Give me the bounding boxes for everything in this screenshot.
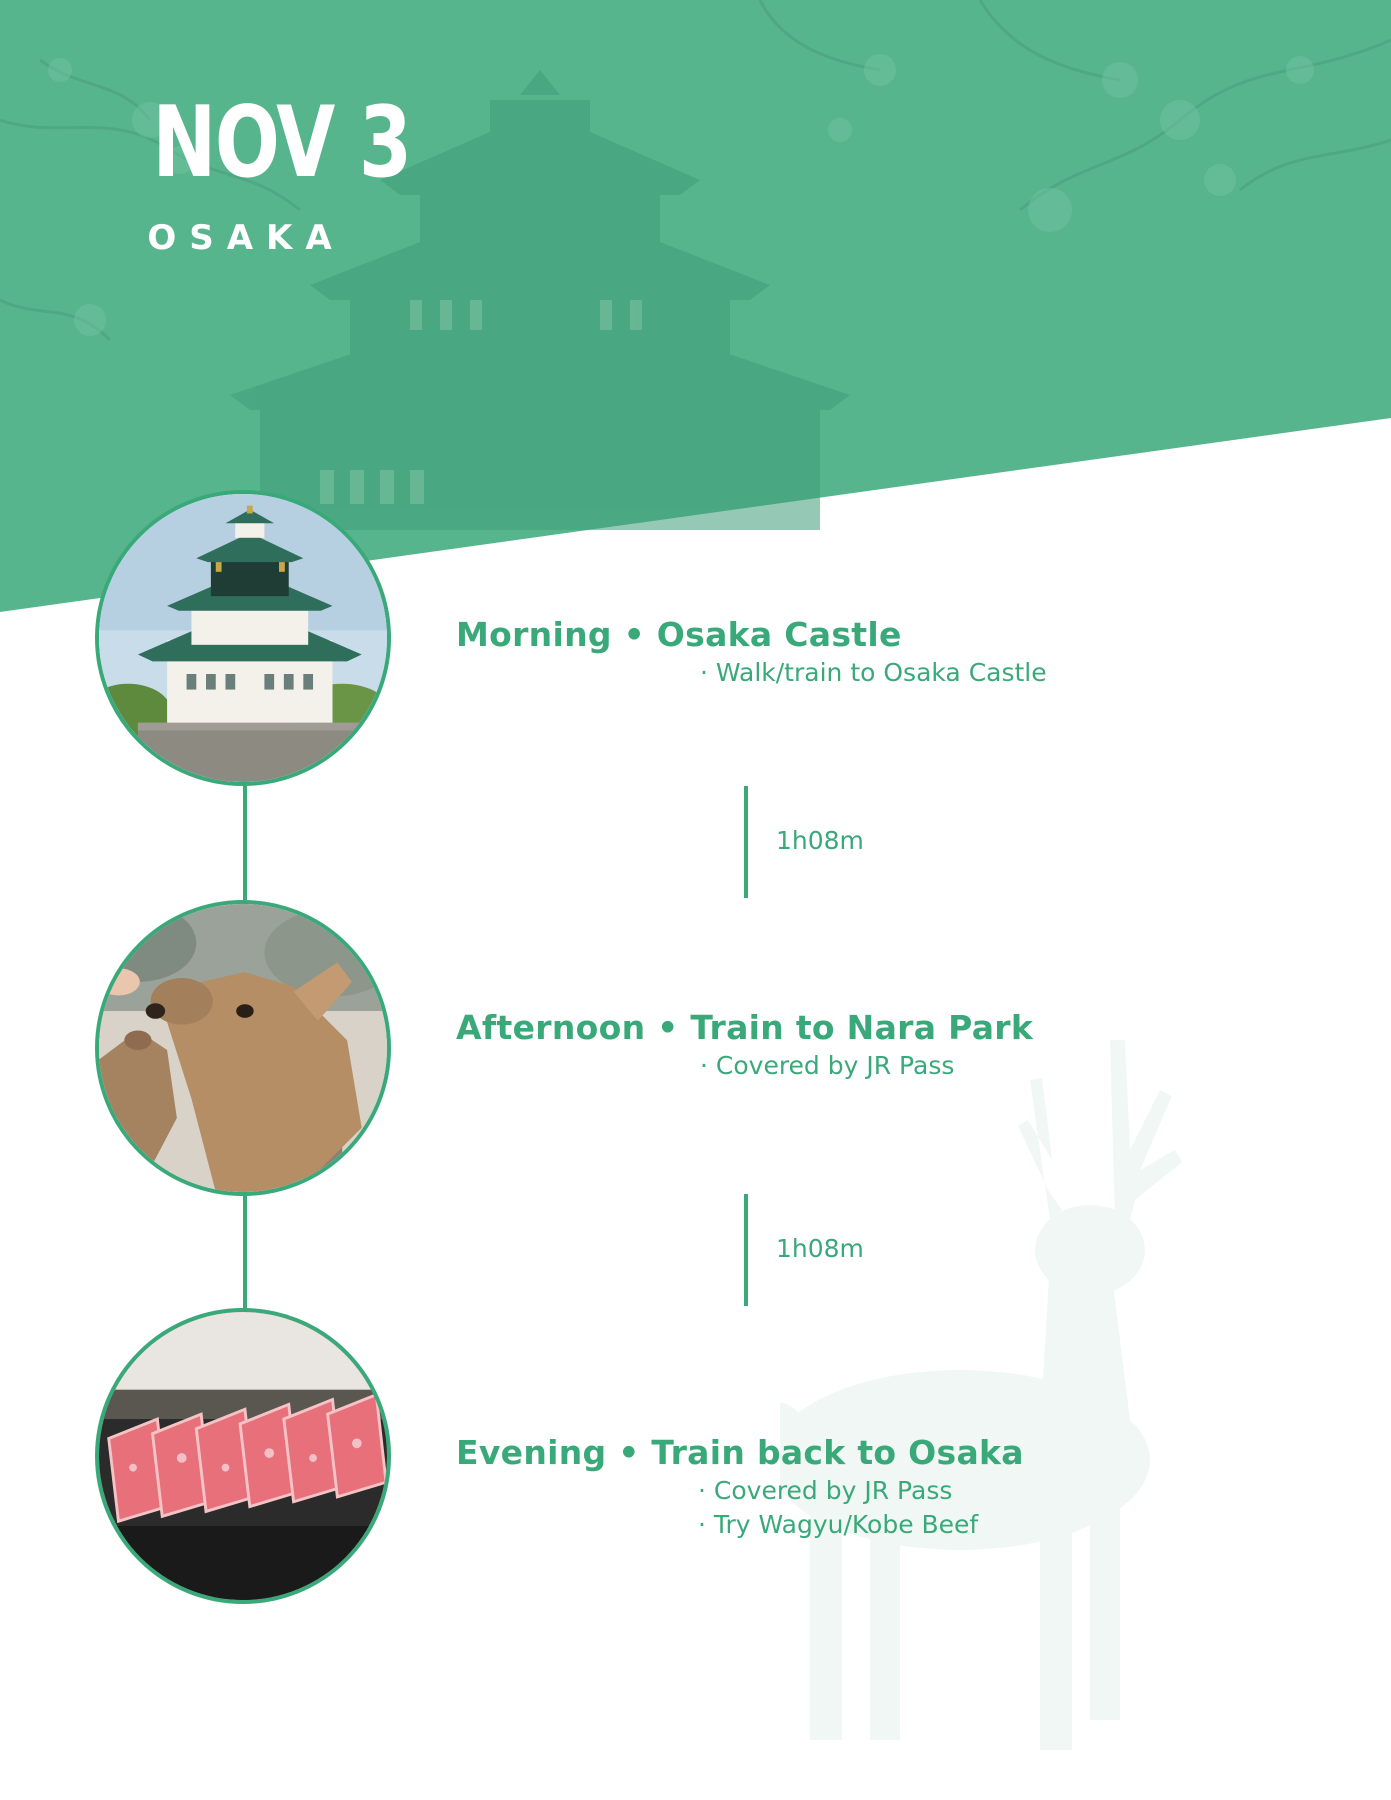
- itinerary-page: NOV 3 OSAKA Morning • Osaka Castle · Wal…: [0, 0, 1391, 1800]
- osaka-castle-photo: [95, 490, 391, 786]
- event-note: · Covered by JR Pass: [698, 1476, 953, 1505]
- timeline-connector: [243, 1190, 247, 1310]
- duration-bar: [744, 786, 748, 898]
- nara-deer-photo: [95, 900, 391, 1196]
- duration-label: 1h08m: [776, 826, 864, 855]
- timeline-connector: [243, 780, 247, 900]
- event-title-morning: Morning • Osaka Castle: [456, 615, 902, 654]
- duration-label: 1h08m: [776, 1234, 864, 1263]
- city-title: OSAKA: [147, 218, 345, 258]
- event-title-afternoon: Afternoon • Train to Nara Park: [456, 1008, 1034, 1047]
- wagyu-beef-photo: [95, 1308, 391, 1604]
- event-note: · Covered by JR Pass: [700, 1051, 955, 1080]
- duration-bar: [744, 1194, 748, 1306]
- event-note: · Walk/train to Osaka Castle: [700, 658, 1047, 687]
- event-note: · Try Wagyu/Kobe Beef: [698, 1510, 979, 1539]
- deer-silhouette-icon: [780, 1040, 1182, 1750]
- event-title-evening: Evening • Train back to Osaka: [456, 1433, 1024, 1472]
- date-title: NOV 3: [152, 86, 412, 200]
